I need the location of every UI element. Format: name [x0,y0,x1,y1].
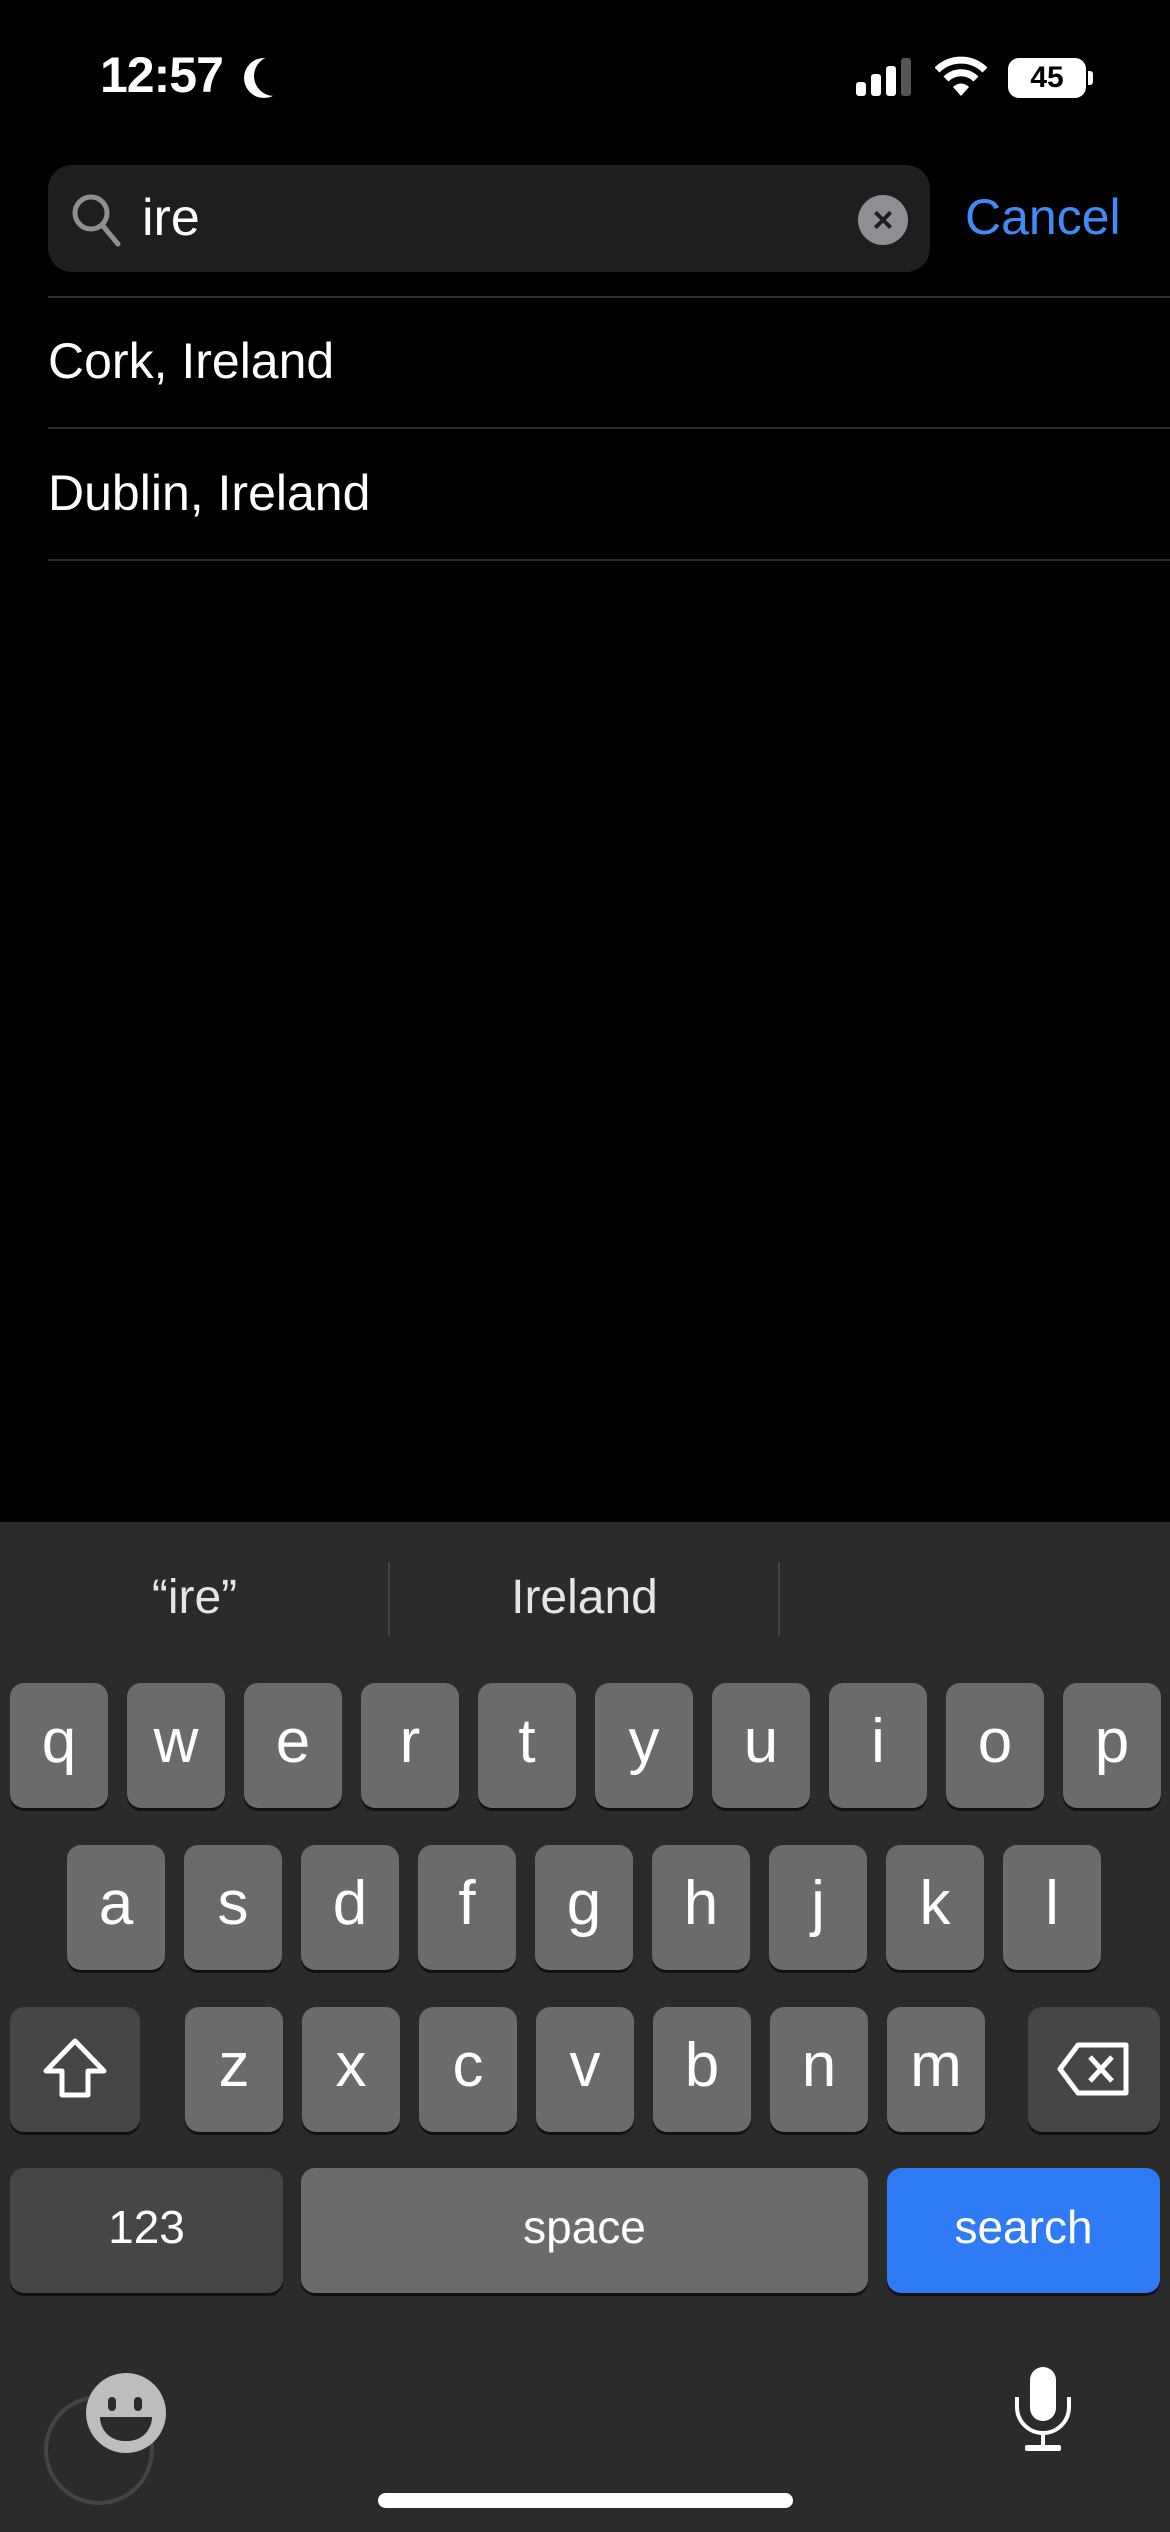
key-x[interactable]: x [302,2007,400,2132]
key-k[interactable]: k [886,1845,984,1970]
microphone-icon[interactable] [1010,2365,1076,2455]
key-v[interactable]: v [536,2007,634,2132]
key-j[interactable]: j [769,1845,867,1970]
key-t[interactable]: t [478,1683,576,1808]
key-c[interactable]: c [419,2007,517,2132]
key-p[interactable]: p [1063,1683,1161,1808]
divider [48,296,1170,298]
space-key[interactable]: space [301,2168,868,2293]
wifi-icon [935,56,987,96]
suggestion[interactable]: Ireland [390,1570,779,1625]
home-indicator[interactable] [378,2493,793,2508]
emoji-icon [86,2373,166,2453]
moon-icon [254,56,294,96]
key-u[interactable]: u [712,1683,810,1808]
key-o[interactable]: o [946,1683,1044,1808]
key-m[interactable]: m [887,2007,985,2132]
divider [48,559,1170,561]
search-input-value[interactable]: ire [142,188,200,248]
shift-icon [43,2038,107,2098]
key-d[interactable]: d [301,1845,399,1970]
key-r[interactable]: r [361,1683,459,1808]
delete-key[interactable] [1028,2007,1160,2132]
battery-icon: 45 [1008,58,1086,98]
cancel-button[interactable]: Cancel [965,188,1121,246]
cellular-signal-icon [856,58,916,96]
key-s[interactable]: s [184,1845,282,1970]
key-w[interactable]: w [127,1683,225,1808]
suggestion[interactable]: “ire” [0,1570,389,1625]
emoji-button[interactable] [40,2373,166,2505]
key-f[interactable]: f [418,1845,516,1970]
search-icon [72,194,121,247]
result-item[interactable]: Cork, Ireland [48,332,334,390]
delete-icon [1057,2042,1129,2096]
divider [48,427,1170,429]
key-h[interactable]: h [652,1845,750,1970]
key-l[interactable]: l [1003,1845,1101,1970]
key-a[interactable]: a [67,1845,165,1970]
search-key[interactable]: search [887,2168,1160,2293]
numbers-key[interactable]: 123 [10,2168,283,2293]
key-e[interactable]: e [244,1683,342,1808]
battery-cap [1088,71,1093,85]
key-b[interactable]: b [653,2007,751,2132]
result-item[interactable]: Dublin, Ireland [48,464,370,522]
key-g[interactable]: g [535,1845,633,1970]
key-y[interactable]: y [595,1683,693,1808]
key-i[interactable]: i [829,1683,927,1808]
key-q[interactable]: q [10,1683,108,1808]
status-time: 12:57 [100,47,224,103]
shift-key[interactable] [10,2007,140,2132]
key-z[interactable]: z [185,2007,283,2132]
clear-icon[interactable]: × [858,195,908,245]
key-n[interactable]: n [770,2007,868,2132]
divider [778,1562,780,1636]
